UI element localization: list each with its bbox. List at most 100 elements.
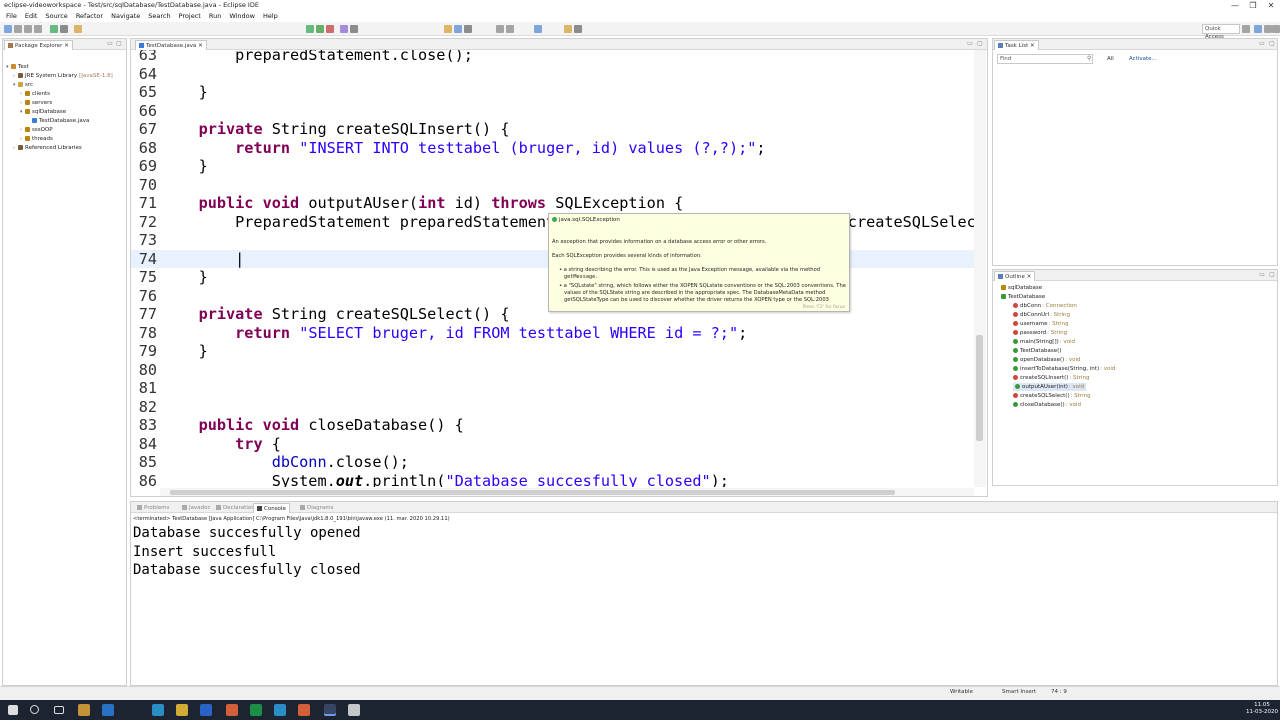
maximize-editor-icon[interactable]: ▢ xyxy=(977,41,983,47)
outline-item-closedatabase[interactable]: closeDatabase(): void xyxy=(1013,401,1081,409)
print-icon[interactable] xyxy=(34,25,42,33)
maximize-panel-icon[interactable]: ▢ xyxy=(116,41,122,47)
back-icon[interactable] xyxy=(534,25,542,33)
toggle-mark-icon[interactable] xyxy=(454,25,462,33)
debug-perspective-icon[interactable] xyxy=(1264,25,1272,33)
close-button[interactable]: ✕ xyxy=(1262,0,1280,11)
file-explorer-icon[interactable] xyxy=(176,704,188,716)
firefox-icon[interactable] xyxy=(226,704,238,716)
skype-icon[interactable] xyxy=(274,704,286,716)
code-line[interactable]: 83 public void closeDatabase() { xyxy=(131,416,975,435)
search-icon[interactable] xyxy=(30,705,39,714)
annotation-icon[interactable] xyxy=(464,25,472,33)
tree-item-clients[interactable]: › clients xyxy=(20,90,50,98)
build-icon[interactable] xyxy=(74,25,82,33)
edge-icon[interactable] xyxy=(152,704,164,716)
code-line[interactable]: 71 public void outputAUser(int id) throw… xyxy=(131,194,975,213)
tab-problems[interactable]: Problems xyxy=(134,503,172,513)
minimize-editor-icon[interactable]: ▭ xyxy=(967,41,973,47)
debug-icon[interactable] xyxy=(50,25,58,33)
tree-item-referenced-libraries[interactable]: › Referenced Libraries xyxy=(13,144,82,152)
outline-item-testdatabase[interactable]: TestDatabase() xyxy=(1013,347,1061,355)
code-line[interactable]: 65 } xyxy=(131,83,975,102)
git-perspective-icon[interactable] xyxy=(1272,25,1280,33)
excel-icon[interactable] xyxy=(250,704,262,716)
menu-navigate[interactable]: Navigate xyxy=(107,11,144,22)
pin-icon[interactable] xyxy=(574,25,582,33)
tree-item-testdatabase-java[interactable]: TestDatabase.java xyxy=(27,117,89,125)
minimize-button[interactable]: — xyxy=(1226,0,1244,11)
code-line[interactable]: 86 System.out.println("Database succesfu… xyxy=(131,472,975,488)
menu-source[interactable]: Source xyxy=(41,11,71,22)
quick-access-input[interactable]: Quick Access xyxy=(1202,24,1240,40)
java-icon[interactable] xyxy=(298,704,310,716)
tree-item-sqldatabase[interactable]: ▾ sqlDatabase xyxy=(20,108,66,116)
code-line[interactable]: 70 xyxy=(131,176,975,195)
code-line[interactable]: 80 xyxy=(131,361,975,380)
outline-item-sqldatabase[interactable]: sqlDatabase xyxy=(1001,284,1042,292)
maximize-outline-icon[interactable]: ▢ xyxy=(1269,272,1275,278)
outline-item-createsqlselect[interactable]: createSQLSelect(): String xyxy=(1013,392,1091,400)
outlook-icon[interactable] xyxy=(200,704,212,716)
tab-testdatabase-java[interactable]: TestDatabase.java ✕ xyxy=(135,40,207,50)
tab-outline[interactable]: Outline ✕ xyxy=(994,271,1036,281)
open-type-icon[interactable] xyxy=(350,25,358,33)
outline-item-username[interactable]: username: String xyxy=(1013,320,1069,328)
skip-icon[interactable] xyxy=(60,25,68,33)
new-icon[interactable] xyxy=(4,25,12,33)
save-all-icon[interactable] xyxy=(24,25,32,33)
store-icon[interactable] xyxy=(78,704,90,716)
start-icon[interactable] xyxy=(8,705,18,715)
menu-help[interactable]: Help xyxy=(259,11,282,22)
outline-item-testdatabase[interactable]: TestDatabase xyxy=(1001,293,1045,301)
code-line[interactable]: 66 xyxy=(131,102,975,121)
code-line[interactable]: 81 xyxy=(131,379,975,398)
tree-item-threads[interactable]: › threads xyxy=(20,135,53,143)
menu-window[interactable]: Window xyxy=(225,11,259,22)
minimize-outline-icon[interactable]: ▭ xyxy=(1259,272,1265,278)
menu-run[interactable]: Run xyxy=(205,11,225,22)
tab-javadoc[interactable]: Javadoc xyxy=(179,503,214,513)
outline-item-main-string[interactable]: main(String[]): void xyxy=(1013,338,1075,346)
prev-annotation-icon[interactable] xyxy=(506,25,514,33)
tab-package-explorer[interactable]: Package Explorer ✕ xyxy=(4,40,73,50)
next-annotation-icon[interactable] xyxy=(496,25,504,33)
tree-item-test[interactable]: ▾ Test xyxy=(6,63,29,71)
menu-search[interactable]: Search xyxy=(144,11,174,22)
mail-icon[interactable] xyxy=(102,704,114,716)
code-line[interactable]: 67 private String createSQLInsert() { xyxy=(131,120,975,139)
code-line[interactable]: 84 try { xyxy=(131,435,975,454)
code-line[interactable]: 64 xyxy=(131,65,975,84)
task-filter-all[interactable]: All xyxy=(1107,56,1114,62)
outline-item-opendatabase[interactable]: openDatabase(): void xyxy=(1013,356,1081,364)
task-activate-link[interactable]: Activate... xyxy=(1129,56,1157,62)
tree-item-sssoop[interactable]: › sssOOP xyxy=(20,126,53,134)
run-last-icon[interactable] xyxy=(316,25,324,33)
menu-project[interactable]: Project xyxy=(175,11,205,22)
tree-item-servers[interactable]: › servers xyxy=(20,99,52,107)
code-line[interactable]: 69 } xyxy=(131,157,975,176)
minimize-tasklist-icon[interactable]: ▭ xyxy=(1259,41,1265,47)
taskbar-clock[interactable]: 11.05 11-03-2020 xyxy=(1246,702,1278,716)
outline-item-inserttodatabase-string-int[interactable]: insertToDatabase(String, int): void xyxy=(1013,365,1115,373)
external-tools-icon[interactable] xyxy=(326,25,334,33)
tree-item-jre-system-library[interactable]: › JRE System Library [JavaSE-1.8] xyxy=(13,72,113,80)
code-line[interactable]: 79 } xyxy=(131,342,975,361)
run-icon[interactable] xyxy=(306,25,314,33)
maximize-button[interactable]: ❐ xyxy=(1244,0,1262,11)
minimize-panel-icon[interactable]: ▭ xyxy=(107,41,113,47)
menu-file[interactable]: File xyxy=(2,11,21,22)
outline-item-outputauser-int[interactable]: outputAUser(int): void xyxy=(1013,383,1087,391)
tab-diagrams[interactable]: Diagrams xyxy=(297,503,336,513)
forward-icon[interactable] xyxy=(564,25,572,33)
search-icon[interactable] xyxy=(444,25,452,33)
menu-edit[interactable]: Edit xyxy=(21,11,42,22)
tab-declaration[interactable]: Declaration xyxy=(213,503,258,513)
code-line[interactable]: 78 return "SELECT bruger, id FROM testta… xyxy=(131,324,975,343)
tree-item-src[interactable]: ▾ src xyxy=(13,81,33,89)
code-line[interactable]: 68 return "INSERT INTO testtabel (bruger… xyxy=(131,139,975,158)
eclipse-icon[interactable] xyxy=(324,704,336,716)
tab-task-list[interactable]: Task List ✕ xyxy=(994,40,1039,50)
code-line[interactable]: 85 dbConn.close(); xyxy=(131,453,975,472)
code-line[interactable]: 63 preparedStatement.close(); xyxy=(131,50,975,65)
